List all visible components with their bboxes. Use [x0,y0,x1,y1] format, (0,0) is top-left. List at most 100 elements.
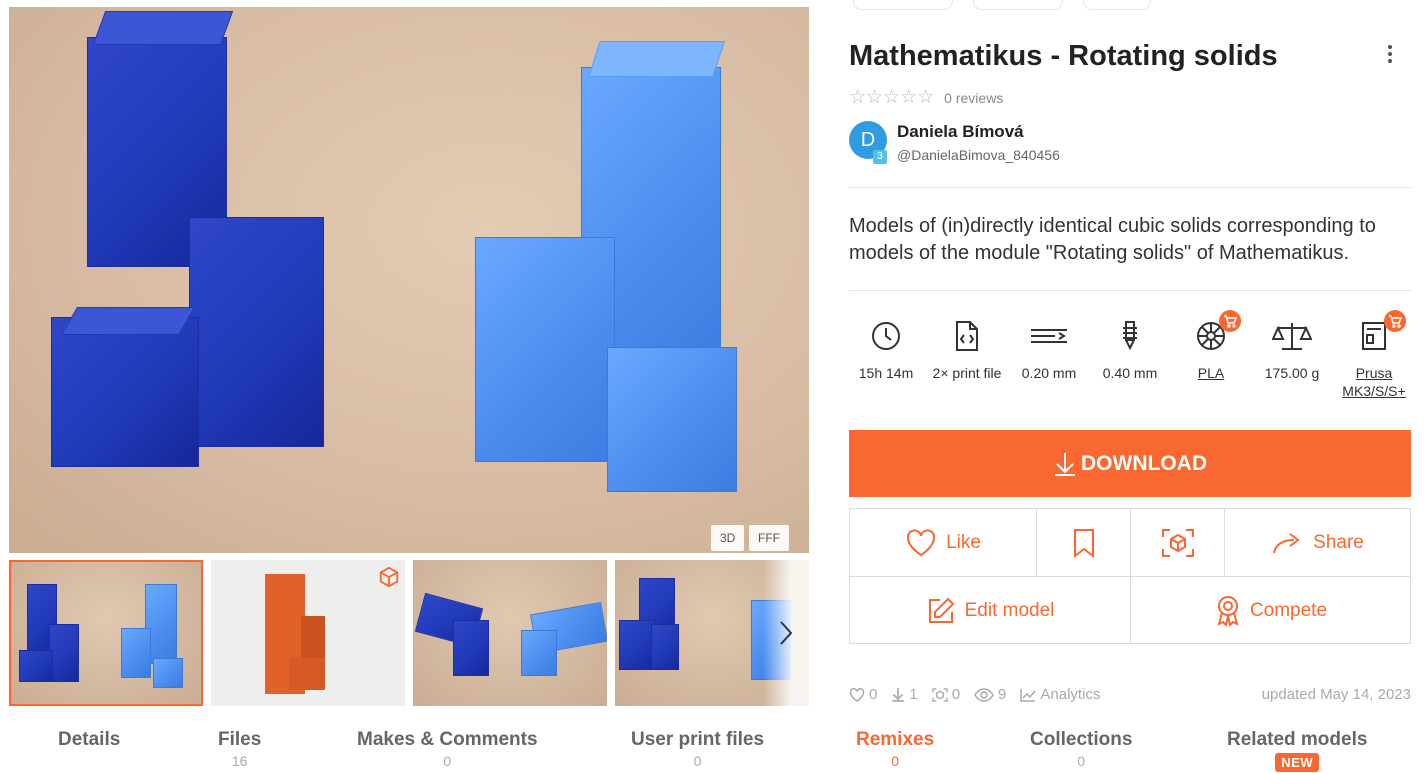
tag-pill[interactable] [973,0,1063,10]
likes-count: 0 [869,686,878,703]
download-icon [892,688,905,702]
compete-button[interactable]: Compete [1131,577,1411,644]
cart-badge [1219,310,1241,332]
tab-count: 0 [1077,753,1086,769]
dark-blue-cube-top [92,11,234,45]
compete-label: Compete [1249,599,1328,621]
download-button[interactable]: DOWNLOAD [849,430,1411,497]
author-name[interactable]: Daniela Bímová [897,122,1060,142]
tag-pill[interactable] [1083,0,1151,10]
rating[interactable]: ☆☆☆☆☆ 0 reviews [849,86,1003,109]
author-handle: @DanielaBimova_840456 [897,147,1060,163]
thumbnail-1[interactable] [9,560,203,706]
makes-count: 0 [951,686,961,703]
spec-label: 175.00 g [1264,365,1320,381]
share-label: Share [1313,531,1364,553]
light-blue-cube [121,628,151,678]
dark-blue-cube [651,624,679,670]
spec-nozzle: 0.40 mm [1090,318,1170,382]
thumbnail-strip [9,560,809,707]
views-stat: 9 [974,686,1006,703]
edit-icon [928,597,955,623]
thumbnail-3[interactable] [413,560,607,706]
tab-files[interactable]: Files 16 [218,729,261,769]
spec-label: 0.20 mm [1021,365,1077,381]
light-blue-cube [521,630,557,676]
model-title: Mathematikus - Rotating solids [849,40,1278,72]
tab-count: 0 [891,753,899,769]
dark-blue-cube [189,217,324,447]
edit-model-button[interactable]: Edit model [850,577,1130,644]
dark-blue-cube [51,317,199,467]
likes-stat: 0 [849,686,877,703]
reviews-count[interactable]: 0 reviews [944,90,1003,106]
spec-print-time: 15h 14m [846,318,926,382]
fff-badge[interactable]: FFF [749,525,789,551]
eye-icon [974,687,994,702]
analytics-link[interactable]: Analytics [1020,686,1100,703]
nozzle-icon [1123,321,1137,351]
spec-material[interactable]: PLA [1171,310,1251,382]
spec-label[interactable]: Prusa MK3/S/S+ [1334,364,1414,400]
cart-icon [1389,315,1402,328]
tab-count: 0 [443,753,452,769]
divider [849,290,1411,291]
heart-icon [907,529,936,556]
tab-collections[interactable]: Collections 0 [1030,729,1132,769]
user-level-badge: 3 [873,150,887,164]
layer-height-icon [1031,329,1067,343]
bookmark-icon [1073,528,1094,558]
3d-preview-button[interactable] [1131,509,1224,576]
edit-model-label: Edit model [964,599,1055,621]
model-stats: 0 1 0 9 Analytics updated May 14, 2023 [849,686,1411,703]
spec-label: 15h 14m [858,365,914,381]
light-blue-cube [153,658,183,688]
tab-label: Files [218,729,262,750]
3d-scan-icon [931,687,948,702]
spec-weight: 175.00 g [1252,318,1332,382]
tab-user-print-files[interactable]: User print files 0 [631,729,764,769]
light-blue-cube [475,237,615,462]
new-badge: NEW [1275,753,1320,772]
tab-label: Collections [1030,729,1133,750]
tab-count: 0 [693,753,702,769]
tab-makes-comments[interactable]: Makes & Comments 0 [357,729,538,769]
tab-details[interactable]: Details [58,729,120,751]
author-block[interactable]: D 3 Daniela Bímová @DanielaBimova_840456 [849,121,1060,164]
cart-icon [1224,315,1237,328]
thumbnail-2[interactable] [211,560,405,706]
dark-blue-cube-top [60,307,196,335]
like-button[interactable]: Like [850,509,1036,576]
tag-pill[interactable] [853,0,953,10]
download-icon [1055,452,1075,476]
chevron-right-icon [780,621,793,645]
analytics-label: Analytics [1040,686,1101,703]
avatar[interactable]: D 3 [849,121,887,164]
spec-label: 2× print file [932,365,1002,381]
print-specs: 15h 14m 2× print file 0.20 mm 0.40 mm PL… [846,310,1414,408]
main-model-image[interactable]: 3D FFF [9,7,809,553]
dark-blue-cube [19,650,53,682]
bookmark-button[interactable] [1037,509,1130,576]
share-button[interactable]: Share [1225,509,1411,576]
dark-blue-cube [453,620,489,676]
divider [849,187,1411,188]
light-blue-cube-top [588,41,725,77]
orange-model-render [289,658,325,690]
chart-line-icon [1020,688,1036,702]
tab-label: Makes & Comments [357,729,538,750]
next-thumbnails-button[interactable] [763,560,809,706]
spec-label[interactable]: PLA [1171,364,1251,382]
3d-scan-icon [1161,528,1194,557]
share-arrow-icon [1273,532,1300,553]
tab-related-models[interactable]: Related models NEW [1227,729,1367,772]
3d-view-badge[interactable]: 3D [711,525,745,551]
more-options-button[interactable] [1380,42,1400,66]
tab-remixes[interactable]: Remixes 0 [856,729,934,769]
makes-stat: 0 [931,686,961,703]
like-label: Like [946,531,981,553]
spec-printer[interactable]: Prusa MK3/S/S+ [1334,310,1414,400]
spec-layer-height: 0.20 mm [1009,318,1089,382]
model-description: Models of (in)directly identical cubic s… [849,215,1376,264]
award-icon [1217,595,1239,627]
